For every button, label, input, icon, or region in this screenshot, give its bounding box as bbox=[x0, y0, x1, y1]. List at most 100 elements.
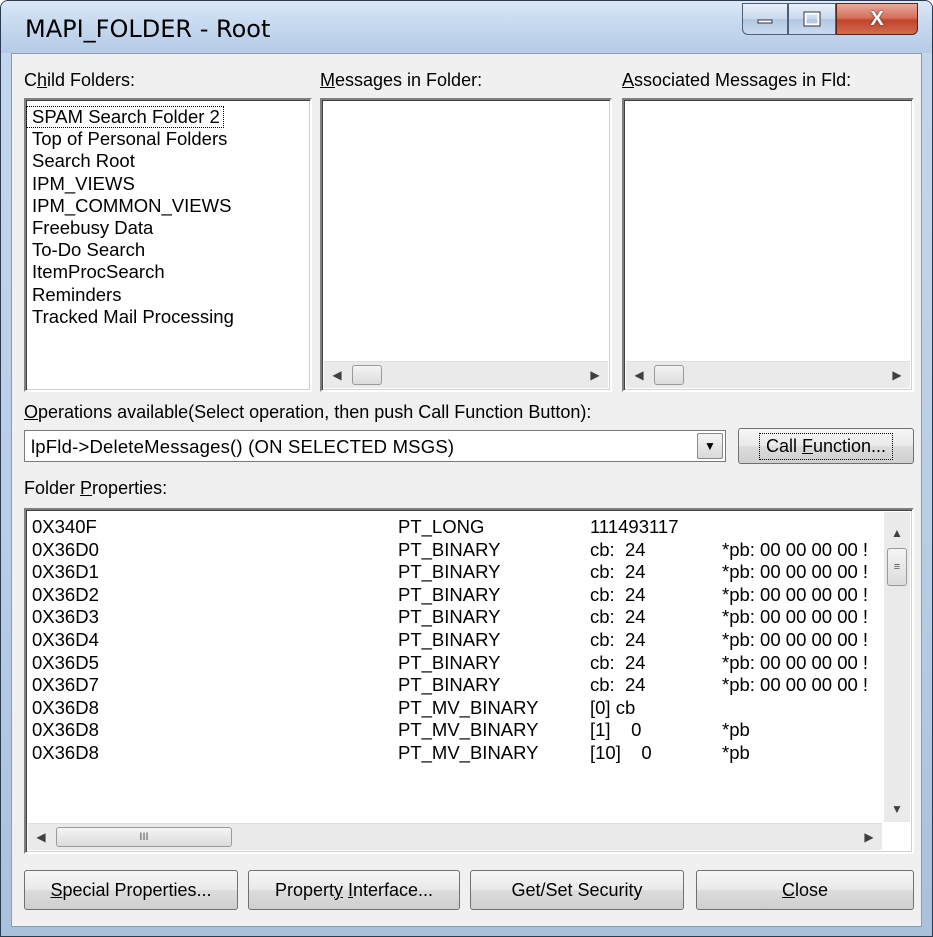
cell-extra: *pb: 00 00 00 00 ! bbox=[722, 629, 869, 650]
list-item[interactable]: Top of Personal Folders bbox=[26, 128, 310, 150]
operations-combobox[interactable]: lpFld->DeleteMessages() (ON SELECTED MSG… bbox=[24, 430, 726, 462]
cell-type: PT_BINARY bbox=[398, 538, 501, 560]
cell-type: PT_BINARY bbox=[398, 651, 501, 673]
cell-tag: 0X36D8 bbox=[32, 696, 99, 718]
table-row[interactable]: 0X340F PT_LONG 111493117 bbox=[32, 516, 882, 538]
table-row[interactable]: 0X36D3 PT_BINARY cb: 24 *pb: 00 00 00 00 ! bbox=[32, 606, 882, 628]
cell-value: cb: 24 bbox=[590, 674, 646, 696]
cell-tag: 0X36D5 bbox=[32, 651, 99, 673]
list-item[interactable]: SPAM Search Folder 2 bbox=[26, 106, 224, 129]
cell-tag: 0X36D8 bbox=[32, 742, 99, 763]
assoc-hscrollbar[interactable]: ◀ ▶ bbox=[626, 361, 910, 388]
list-item[interactable]: Tracked Mail Processing bbox=[26, 306, 310, 328]
messages-hscrollbar[interactable]: ◀ ▶ bbox=[324, 361, 608, 388]
window-title: MAPI_FOLDER - Root bbox=[25, 15, 271, 43]
cell-tag: 0X36D0 bbox=[32, 538, 99, 560]
operations-label: Operations available(Select operation, t… bbox=[24, 402, 592, 422]
table-row[interactable]: 0X36D2 PT_BINARY cb: 24 *pb: 00 00 00 00 ! bbox=[32, 584, 882, 606]
chevron-down-icon[interactable]: ▼ bbox=[697, 433, 723, 459]
mapi-folder-window: MAPI_FOLDER - Root X Child Folders: Mess… bbox=[0, 0, 933, 937]
minimize-button[interactable] bbox=[742, 3, 788, 35]
caption-buttons: X bbox=[742, 3, 918, 37]
list-item[interactable]: IPM_COMMON_VIEWS bbox=[26, 195, 310, 217]
scroll-left-icon[interactable]: ◀ bbox=[626, 362, 652, 388]
table-row[interactable]: 0X36D4 PT_BINARY cb: 24 *pb: 00 00 00 00 ! bbox=[32, 629, 882, 651]
scroll-up-icon[interactable]: ▲ bbox=[884, 520, 910, 546]
cell-extra: *pb bbox=[722, 719, 750, 741]
cell-type: PT_BINARY bbox=[398, 606, 501, 628]
operations-selected: lpFld->DeleteMessages() (ON SELECTED MSG… bbox=[31, 436, 455, 457]
cell-value: [10] 0 bbox=[590, 742, 652, 763]
call-function-button[interactable]: Call Function... bbox=[738, 428, 914, 464]
close-icon: X bbox=[870, 7, 884, 30]
maximize-icon bbox=[803, 11, 821, 27]
cell-tag: 0X36D1 bbox=[32, 561, 99, 583]
cell-value: 111493117 bbox=[590, 516, 679, 537]
cell-tag: 0X36D3 bbox=[32, 606, 99, 628]
list-item[interactable]: ItemProcSearch bbox=[26, 261, 310, 283]
cell-tag: 0X36D4 bbox=[32, 629, 99, 650]
cell-type: PT_BINARY bbox=[398, 583, 501, 605]
title-bar[interactable]: MAPI_FOLDER - Root X bbox=[1, 1, 932, 53]
cell-type: PT_BINARY bbox=[398, 561, 501, 583]
cell-tag: 0X340F bbox=[32, 516, 97, 537]
scroll-down-icon[interactable]: ▼ bbox=[884, 796, 910, 822]
get-set-security-button[interactable]: Get/Set Security bbox=[470, 870, 684, 910]
cell-extra: *pb: 00 00 00 00 ! bbox=[722, 674, 869, 696]
cell-value: cb: 24 bbox=[590, 583, 646, 605]
cell-type: PT_MV_BINARY bbox=[398, 742, 539, 763]
table-row[interactable]: 0X36D8 PT_MV_BINARY [10] 0 *pb bbox=[32, 742, 882, 764]
scroll-right-icon[interactable]: ▶ bbox=[856, 824, 882, 850]
scroll-thumb[interactable] bbox=[654, 365, 684, 385]
cell-type: PT_BINARY bbox=[398, 674, 501, 696]
table-row[interactable]: 0X36D0 PT_BINARY cb: 24 *pb: 00 00 00 00 ! bbox=[32, 539, 882, 561]
cell-value: cb: 24 bbox=[590, 629, 646, 650]
cell-value: cb: 24 bbox=[590, 561, 646, 583]
list-item[interactable]: Freebusy Data bbox=[26, 217, 310, 239]
properties-hscrollbar[interactable]: ◀ III ▶ bbox=[28, 823, 882, 850]
cell-type: PT_MV_BINARY bbox=[398, 719, 539, 741]
cell-value: cb: 24 bbox=[590, 651, 646, 673]
scroll-left-icon[interactable]: ◀ bbox=[28, 824, 54, 850]
table-row[interactable]: 0X36D5 PT_BINARY cb: 24 *pb: 00 00 00 00 ! bbox=[32, 652, 882, 674]
close-window-button[interactable]: X bbox=[836, 3, 918, 35]
associated-messages-list[interactable]: ◀ ▶ bbox=[622, 98, 914, 392]
scroll-thumb[interactable]: III bbox=[56, 827, 232, 847]
cell-type: PT_MV_BINARY bbox=[398, 696, 539, 718]
minimize-icon bbox=[757, 19, 773, 24]
scroll-right-icon[interactable]: ▶ bbox=[582, 362, 608, 388]
child-folders-list[interactable]: SPAM Search Folder 2 Top of Personal Fold… bbox=[24, 98, 312, 392]
child-folders-items: SPAM Search Folder 2 Top of Personal Fold… bbox=[26, 100, 310, 328]
table-row[interactable]: 0X36D1 PT_BINARY cb: 24 *pb: 00 00 00 00 ! bbox=[32, 561, 882, 583]
special-properties-button[interactable]: Special Properties... bbox=[24, 870, 238, 910]
cell-value: cb: 24 bbox=[590, 538, 646, 560]
table-row[interactable]: 0X36D7 PT_BINARY cb: 24 *pb: 00 00 00 00 ! bbox=[32, 674, 882, 696]
table-row[interactable]: 0X36D8 PT_MV_BINARY [0] cb bbox=[32, 697, 882, 719]
property-interface-button[interactable]: Propert y Interface... bbox=[248, 870, 460, 910]
maximize-button[interactable] bbox=[788, 3, 836, 35]
messages-label: Messages in Folder: bbox=[320, 70, 483, 90]
cell-type: PT_LONG bbox=[398, 516, 485, 537]
cell-type: PT_BINARY bbox=[398, 629, 501, 650]
list-item[interactable]: Search Root bbox=[26, 150, 310, 172]
list-item[interactable]: Reminders bbox=[26, 284, 310, 306]
cell-extra: *pb: 00 00 00 00 ! bbox=[722, 538, 869, 560]
table-row[interactable]: 0X36D8 PT_MV_BINARY [1] 0 *pb bbox=[32, 719, 882, 741]
scroll-thumb[interactable] bbox=[352, 365, 382, 385]
cell-value: [1] 0 bbox=[590, 719, 642, 741]
scroll-left-icon[interactable]: ◀ bbox=[324, 362, 350, 388]
scroll-right-icon[interactable]: ▶ bbox=[884, 362, 910, 388]
list-item[interactable]: IPM_VIEWS bbox=[26, 173, 310, 195]
cell-value: cb: 24 bbox=[590, 606, 646, 628]
messages-list[interactable]: ◀ ▶ bbox=[320, 98, 612, 392]
cell-extra: *pb: 00 00 00 00 ! bbox=[722, 651, 869, 673]
list-item[interactable]: To-Do Search bbox=[26, 239, 310, 261]
folder-properties-label: Folder Properties: bbox=[24, 478, 168, 498]
cell-extra: *pb bbox=[722, 742, 750, 763]
scroll-thumb[interactable]: ≡ bbox=[887, 548, 907, 586]
cell-extra: *pb: 00 00 00 00 ! bbox=[722, 606, 869, 628]
close-button[interactable]: Close bbox=[696, 870, 914, 910]
properties-vscrollbar[interactable]: ▲ ≡ ▼ bbox=[884, 512, 910, 822]
child-folders-label: Child Folders: bbox=[24, 70, 136, 90]
folder-properties-list[interactable]: 0X340F PT_LONG 111493117 0X36D0 PT_BINARY cb:… bbox=[24, 508, 914, 854]
